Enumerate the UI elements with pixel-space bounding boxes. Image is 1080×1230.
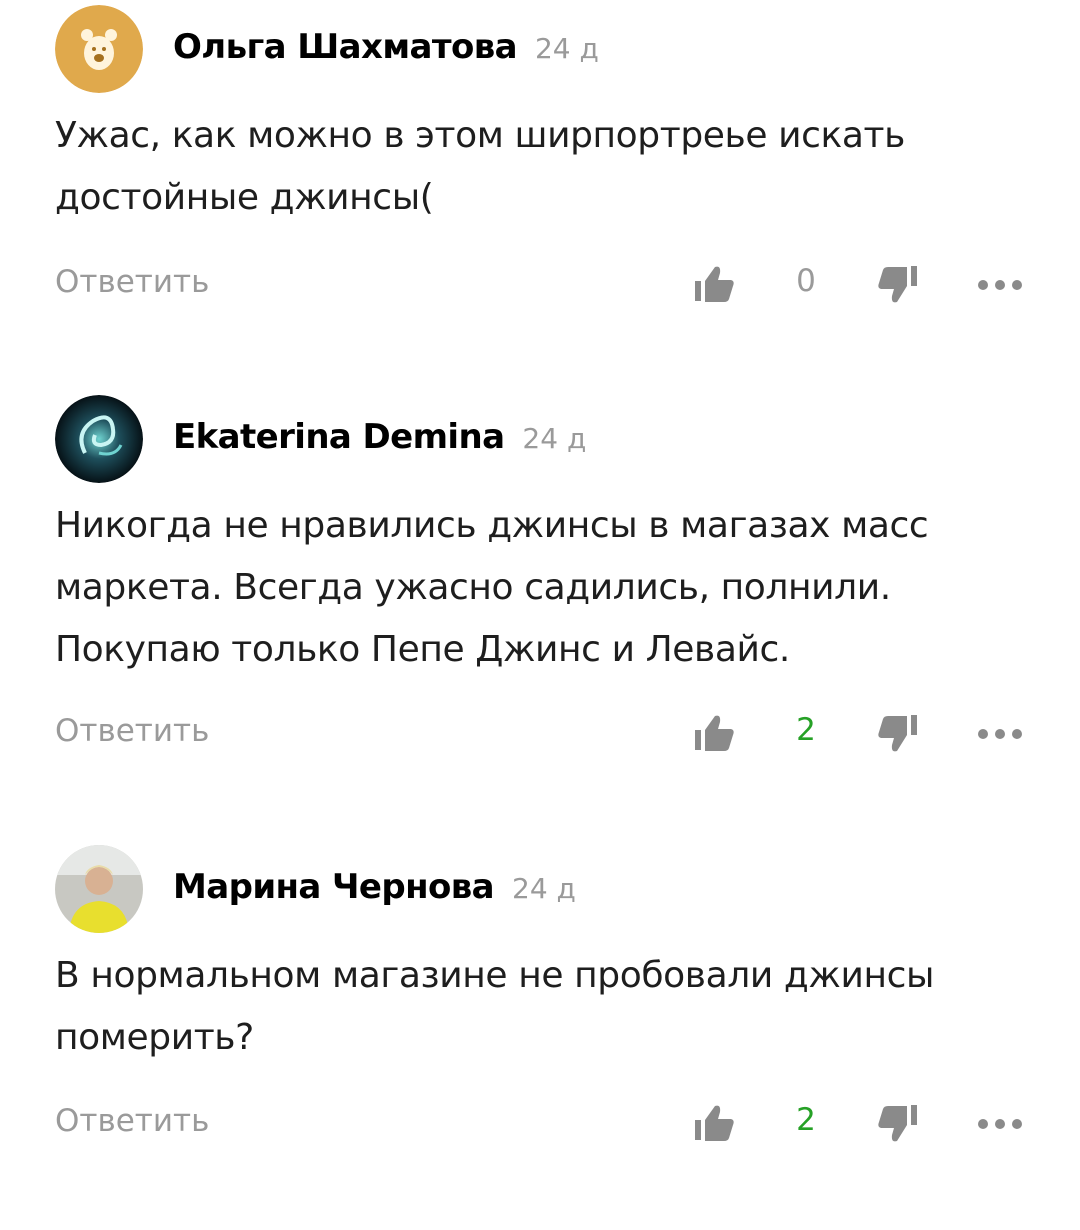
comment: Ekaterina Demina 24 д Никогда не нравилис… — [0, 390, 1080, 780]
author-name[interactable]: Марина Чернова 24 д — [173, 867, 576, 907]
thumbs-up-icon[interactable] — [693, 1100, 737, 1144]
author-label[interactable]: Ekaterina Demina — [173, 417, 505, 457]
reply-button[interactable]: Ответить — [55, 1103, 209, 1139]
thumbs-down-icon[interactable] — [875, 264, 919, 308]
comment-text: Никогда не нравились джинсы в магазах ма… — [55, 495, 1045, 681]
author-label[interactable]: Марина Чернова — [173, 867, 495, 907]
reply-button[interactable]: Ответить — [55, 713, 209, 749]
thumbs-down-icon[interactable] — [875, 1103, 919, 1147]
comment-time: 24 д — [522, 422, 587, 455]
thumbs-up-icon[interactable] — [693, 710, 737, 754]
like-count: 0 — [796, 263, 816, 299]
comment: Марина Чернова 24 д В нормальном магазине… — [0, 840, 1080, 1230]
thumbs-up-icon[interactable] — [693, 261, 737, 305]
comment: Ольга Шахматова 24 д Ужас, как можно в эт… — [0, 0, 1080, 390]
comment-line: В нормальном магазине не пробовали джинс… — [55, 955, 934, 996]
comment-actions: Ответить 2 — [0, 705, 1080, 765]
bear-avatar-icon — [55, 5, 143, 93]
like-count: 2 — [796, 712, 816, 748]
comment-text: В нормальном магазине не пробовали джинс… — [55, 945, 1045, 1069]
comment-line: маркета. Всегда ужасно садились, полнили… — [55, 567, 891, 608]
reply-button[interactable]: Ответить — [55, 264, 209, 300]
comment-actions: Ответить 0 — [0, 256, 1080, 316]
comment-line: померить? — [55, 1017, 254, 1058]
more-options-icon[interactable] — [977, 728, 1023, 740]
comment-time: 24 д — [534, 32, 599, 65]
more-options-icon[interactable] — [977, 1118, 1023, 1130]
avatar[interactable] — [55, 845, 143, 933]
comment-line: Ужас, как можно в этом ширпортреье искат… — [55, 115, 905, 156]
swirl-avatar-icon — [55, 395, 143, 483]
comment-time: 24 д — [512, 872, 576, 905]
comment-text: Ужас, как можно в этом ширпортреье искат… — [55, 105, 1045, 229]
more-options-icon[interactable] — [977, 279, 1023, 291]
author-name[interactable]: Ольга Шахматова 24 д — [173, 27, 599, 67]
author-label[interactable]: Ольга Шахматова — [173, 27, 518, 67]
comment-line: достойные джинсы( — [55, 177, 434, 218]
comment-actions: Ответить 2 — [0, 1095, 1080, 1155]
thumbs-down-icon[interactable] — [875, 713, 919, 757]
like-count: 2 — [796, 1102, 816, 1138]
avatar[interactable] — [55, 5, 143, 93]
comment-line: Никогда не нравились джинсы в магазах ма… — [55, 505, 929, 546]
photo-avatar-icon — [55, 845, 143, 933]
comment-line: Покупаю только Пепе Джинс и Левайс. — [55, 629, 790, 670]
author-name[interactable]: Ekaterina Demina 24 д — [173, 417, 586, 457]
avatar[interactable] — [55, 395, 143, 483]
